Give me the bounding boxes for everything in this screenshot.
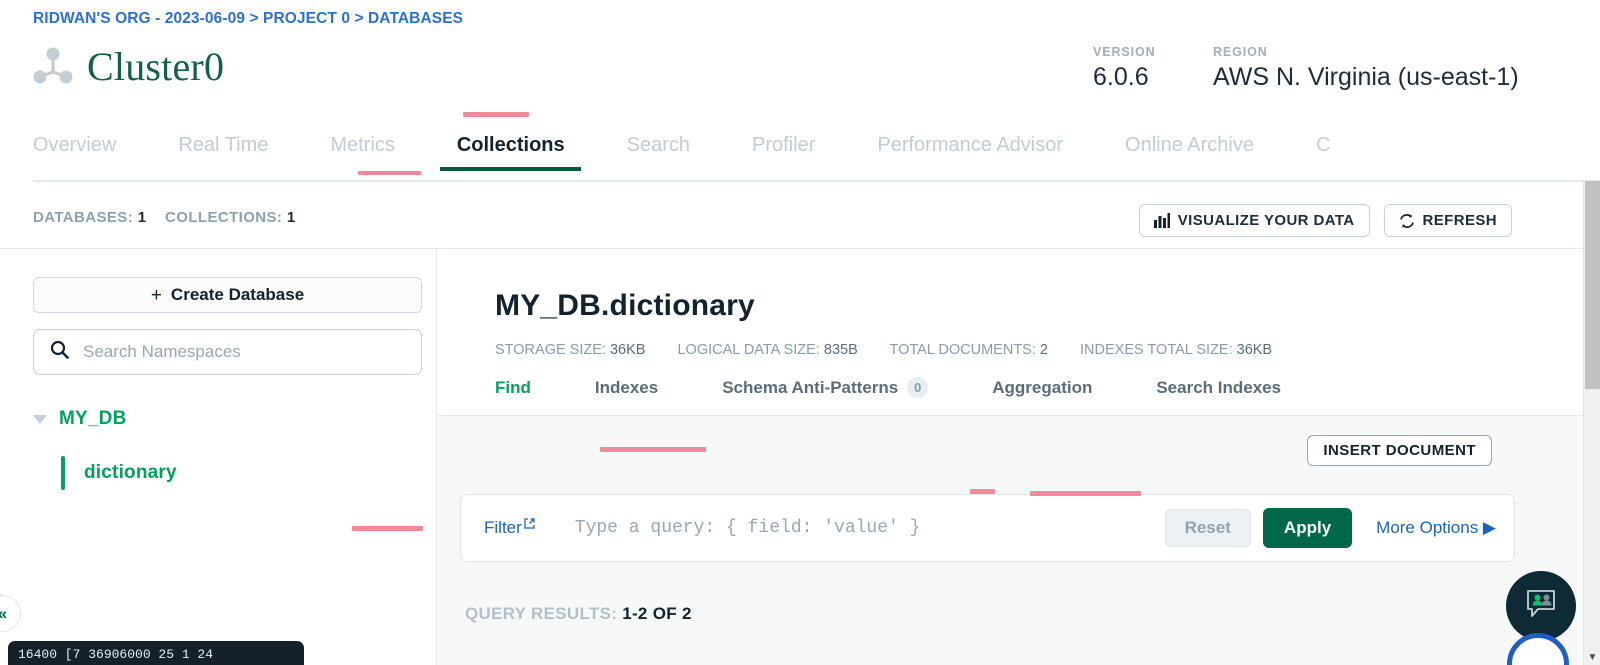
stat-total-documents: TOTAL DOCUMENTS: 2 <box>890 342 1048 358</box>
tab-performance-advisor[interactable]: Performance Advisor <box>877 134 1063 169</box>
stat-value: 835B <box>823 342 858 358</box>
stat-label: STORAGE SIZE: <box>495 342 606 358</box>
stat-label: TOTAL DOCUMENTS: <box>889 342 1036 358</box>
stat-label: INDEXES TOTAL SIZE: <box>1080 342 1233 358</box>
filter-label: Filter <box>484 518 522 537</box>
stat-logical-data-size: LOGICAL DATA SIZE: 835B <box>677 342 857 358</box>
cluster-name: Cluster0 <box>87 44 225 89</box>
collection-subtabs: Find Indexes Schema Anti-Patterns 0 Aggr… <box>495 377 1345 398</box>
search-icon <box>50 340 69 364</box>
refresh-label: REFRESH <box>1422 212 1497 229</box>
subtab-find[interactable]: Find <box>495 378 531 398</box>
reset-button[interactable]: Reset <box>1164 509 1251 547</box>
region-label: REGION <box>1213 45 1268 59</box>
external-link-icon <box>524 518 535 529</box>
cluster-header: Cluster0 <box>33 46 224 88</box>
vertical-scrollbar[interactable]: ▼ <box>1583 181 1600 665</box>
tree-item-database[interactable]: MY_DB <box>33 404 423 434</box>
bar-chart-icon <box>1153 213 1170 228</box>
database-name: MY_DB <box>59 408 127 429</box>
tab-real-time[interactable]: Real Time <box>178 134 268 169</box>
query-results-label: QUERY RESULTS: <box>465 604 618 623</box>
region-value: AWS N. Virginia (us-east-1) <box>1213 63 1519 91</box>
databases-label: DATABASES: <box>33 209 134 226</box>
subtab-schema-anti-patterns[interactable]: Schema Anti-Patterns 0 <box>722 377 929 398</box>
namespace-counts: DATABASES: 1 COLLECTIONS: 1 <box>33 209 310 226</box>
cluster-icon <box>33 46 73 88</box>
anti-patterns-badge: 0 <box>907 377 929 398</box>
version-block: VERSION 6.0.6 <box>1093 45 1156 92</box>
selected-indicator <box>61 456 65 490</box>
insert-document-button[interactable]: INSERT DOCUMENT <box>1307 435 1492 466</box>
version-label: VERSION <box>1093 45 1156 59</box>
collection-name: dictionary <box>84 462 177 483</box>
chat-people-icon <box>1524 588 1558 625</box>
stat-label: LOGICAL DATA SIZE: <box>677 342 820 358</box>
databases-value: 1 <box>137 209 147 226</box>
namespace-tree: MY_DB dictionary <box>33 404 423 490</box>
breadcrumb[interactable]: RIDWAN'S ORG - 2023-06-09 > PROJECT 0 > … <box>33 10 463 28</box>
tab-profiler[interactable]: Profiler <box>752 134 815 169</box>
stat-storage-size: STORAGE SIZE: 36KB <box>495 342 645 358</box>
scrollbar-thumb[interactable] <box>1585 181 1600 389</box>
collections-count: COLLECTIONS: 1 <box>165 209 296 226</box>
tree-item-collection[interactable]: dictionary <box>61 456 423 490</box>
subtab-indexes[interactable]: Indexes <box>595 378 658 398</box>
atlas-collections-page: RIDWAN'S ORG - 2023-06-09 > PROJECT 0 > … <box>0 0 1600 665</box>
scroll-down-arrow-icon[interactable]: ▼ <box>1584 653 1600 663</box>
primary-tabs: Overview Real Time Metrics Collections S… <box>33 134 1600 171</box>
status-tooltip: 16400 [7 36906000 25 1 24 <box>8 641 304 665</box>
tab-cmd-line-tools[interactable]: C <box>1316 134 1330 169</box>
refresh-icon <box>1399 213 1415 229</box>
plus-icon: + <box>150 284 162 306</box>
stat-value: 36KB <box>609 342 646 358</box>
namespace-sidebar: + Create Database Search Namespaces MY_D… <box>0 249 437 665</box>
search-input[interactable]: Search Namespaces <box>83 342 241 362</box>
more-options-link[interactable]: More Options ▶ <box>1376 518 1496 538</box>
collections-value: 1 <box>286 209 296 226</box>
subtab-label: Schema Anti-Patterns <box>722 377 899 397</box>
stat-value: 2 <box>1039 342 1048 358</box>
visualize-your-data-button[interactable]: VISUALIZE YOUR DATA <box>1138 204 1370 237</box>
annotation-mark <box>600 447 706 452</box>
collections-label: COLLECTIONS: <box>165 209 283 226</box>
tab-collections[interactable]: Collections <box>439 134 581 171</box>
annotation-mark <box>1030 491 1141 496</box>
refresh-button[interactable]: REFRESH <box>1383 204 1512 237</box>
chat-widget-button[interactable] <box>1506 571 1576 641</box>
query-results-value: 1-2 OF 2 <box>622 604 692 623</box>
chevron-down-icon[interactable] <box>33 414 47 424</box>
stat-value: 36KB <box>1236 342 1273 358</box>
stat-indexes-total-size: INDEXES TOTAL SIZE: 36KB <box>1080 342 1272 358</box>
visualize-label: VISUALIZE YOUR DATA <box>1177 212 1355 229</box>
tab-online-archive[interactable]: Online Archive <box>1125 134 1254 169</box>
region-block: REGION AWS N. Virginia (us-east-1) <box>1213 45 1519 92</box>
version-value: 6.0.6 <box>1093 63 1149 91</box>
page-title: MY_DB.dictionary <box>495 289 755 322</box>
annotation-mark <box>358 171 421 175</box>
tab-metrics[interactable]: Metrics <box>330 134 394 169</box>
filter-link[interactable]: Filter <box>484 518 535 538</box>
query-input[interactable]: Type a query: { field: 'value' } <box>575 518 1149 538</box>
databases-count: DATABASES: 1 <box>33 209 146 226</box>
annotation-mark <box>463 112 529 117</box>
create-database-label: Create Database <box>170 285 305 304</box>
annotation-mark <box>970 489 995 494</box>
subtab-search-indexes[interactable]: Search Indexes <box>1156 378 1281 398</box>
annotation-mark <box>352 526 423 531</box>
query-results: QUERY RESULTS: 1-2 OF 2 <box>465 604 692 624</box>
subtab-aggregation[interactable]: Aggregation <box>992 378 1092 398</box>
toolbar-actions: VISUALIZE YOUR DATA REFRESH <box>1138 204 1512 237</box>
apply-button[interactable]: Apply <box>1262 508 1353 548</box>
tabs-divider <box>33 180 1600 182</box>
collection-panel: MY_DB.dictionary STORAGE SIZE: 36KB LOGI… <box>438 249 1585 665</box>
collection-stats: STORAGE SIZE: 36KB LOGICAL DATA SIZE: 83… <box>495 342 1300 358</box>
tab-search[interactable]: Search <box>627 134 690 169</box>
filter-bar: Filter Type a query: { field: 'value' } … <box>460 494 1515 562</box>
create-database-button[interactable]: + Create Database <box>33 277 422 313</box>
tab-overview[interactable]: Overview <box>33 134 116 169</box>
search-namespaces-box[interactable]: Search Namespaces <box>33 329 422 375</box>
